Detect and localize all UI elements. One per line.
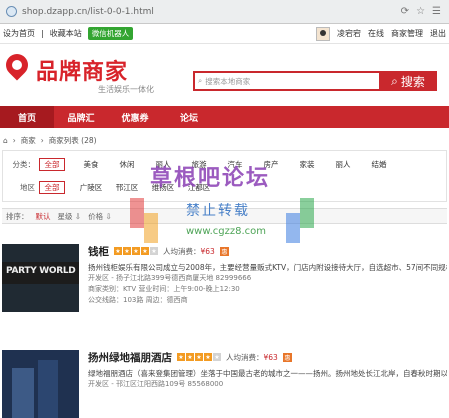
category-filter-row: 分类： 全部 美食 休闲 丽人 旅游 汽车 房产 家装 丽人 结婚	[3, 154, 446, 174]
listing-address: 开发区 - 扬子江北路399号德西商厦天地 82999666	[88, 274, 252, 282]
category-label: 分类：	[12, 159, 36, 169]
listing-name[interactable]: 扬州绿地福朋酒店	[88, 350, 172, 365]
refresh-icon[interactable]: ⟳	[401, 6, 409, 17]
url-field[interactable]: shop.dzapp.cn/list-0-0-1.html	[22, 7, 401, 17]
area-filter-row: 地区 全部 广陵区 邗江区 维扬区 江都区	[3, 177, 446, 197]
category-item[interactable]: 旅游	[181, 159, 217, 170]
sort-price[interactable]: 价格 ⇩	[88, 211, 112, 222]
area-label: 地区	[20, 182, 35, 192]
sort-bar: 排序： 默认 星级 ⇩ 价格 ⇩	[2, 208, 447, 224]
nav-forum[interactable]: 论坛	[162, 106, 216, 128]
set-home-link[interactable]: 设为首页	[3, 28, 35, 39]
address-bar: shop.dzapp.cn/list-0-0-1.html ⟳ ☆ ☰	[0, 0, 449, 24]
area-item[interactable]: 江都区	[181, 182, 217, 193]
category-item[interactable]: 房产	[253, 159, 289, 170]
listing-thumbnail[interactable]	[2, 350, 79, 418]
map-pin-icon	[1, 49, 33, 81]
avg-price: 人均消费：¥63	[163, 246, 215, 256]
nav-brands[interactable]: 品牌汇	[54, 106, 108, 128]
home-icon[interactable]: ⌂	[3, 136, 8, 145]
listing-traffic: 公交线路：103路 周边：德西商	[88, 296, 188, 304]
star-icon: ★	[150, 247, 158, 255]
category-item[interactable]: 汽车	[217, 159, 253, 170]
listing-thumbnail[interactable]: PARTY WORLD	[2, 244, 79, 312]
category-item[interactable]: 结婚	[361, 159, 397, 170]
bookmark-link[interactable]: 收藏本站	[50, 28, 82, 39]
menu-icon[interactable]: ☰	[432, 6, 441, 17]
logo-title: 品牌商家	[36, 60, 129, 85]
search-button[interactable]: ⌕ 搜索	[379, 71, 437, 91]
coupon-tag-icon[interactable]: 惠	[282, 352, 292, 362]
star-icon: ★	[114, 247, 122, 255]
star-icon: ★	[177, 353, 185, 361]
star-icon: ★	[195, 353, 203, 361]
area-item[interactable]: 维扬区	[145, 182, 181, 193]
nav-home[interactable]: 首页	[0, 106, 54, 128]
listing-description: 绿地福朋酒店（喜来登集团管理）坐落于中国最古老的城市之一——扬州。扬州地处长江北…	[88, 369, 447, 378]
area-all[interactable]: 全部	[39, 180, 65, 194]
logout-link[interactable]: 退出	[430, 28, 446, 39]
category-item[interactable]: 家装	[289, 159, 325, 170]
arrow-down-icon: ⇩	[105, 211, 112, 221]
area-item[interactable]: 邗江区	[109, 182, 145, 193]
category-item[interactable]: 丽人	[145, 159, 181, 170]
search-input[interactable]: ⌕ 搜索本地商家	[193, 71, 379, 91]
sort-label: 排序：	[6, 211, 29, 221]
listing-address: 开发区 - 邗江区江阳西路109号 85568000	[88, 380, 224, 388]
star-icon: ★	[132, 247, 140, 255]
search-icon: ⌕	[391, 73, 398, 88]
star-icon: ★	[141, 247, 149, 255]
avatar[interactable]	[316, 26, 330, 41]
listing-description: 扬州钱柜娱乐有限公司成立与2008年，主要经营量贩式KTV，门店内附设接待大厅，…	[88, 263, 447, 272]
category-all[interactable]: 全部	[39, 157, 65, 171]
star-icon[interactable]: ☆	[416, 6, 425, 17]
wechat-robot-button[interactable]: 微信机器人	[87, 27, 134, 40]
main-nav: 首页 品牌汇 优惠券 论坛	[0, 106, 449, 128]
breadcrumb-list: 商家列表 (28)	[48, 136, 97, 145]
star-rating: ★ ★ ★ ★ ★	[114, 247, 158, 255]
breadcrumb-shops[interactable]: 商家	[21, 135, 36, 146]
star-rating: ★ ★ ★ ★ ★	[177, 353, 221, 361]
category-item[interactable]: 丽人	[325, 159, 361, 170]
area-item[interactable]: 广陵区	[73, 182, 109, 193]
search-icon: ⌕	[198, 76, 203, 85]
nav-coupons[interactable]: 优惠券	[108, 106, 162, 128]
top-utility-bar: 设为首页 | 收藏本站 微信机器人 凌宕宕 在线 商家管理 退出	[0, 24, 449, 44]
star-icon: ★	[204, 353, 212, 361]
watermark-url: www.cgzz8.com	[186, 226, 267, 237]
category-item[interactable]: 休闲	[109, 159, 145, 170]
coupon-tag-icon[interactable]: 惠	[219, 246, 229, 256]
site-logo[interactable]: 品牌商家 生活娱乐一体化	[1, 49, 176, 96]
listing-type: 商家类别：KTV 营业时间：上午9:00-晚上12:30	[88, 285, 240, 293]
shop-admin-menu[interactable]: 商家管理	[391, 28, 423, 39]
avg-price: 人均消费：¥63	[226, 352, 278, 362]
online-status: 在线	[368, 29, 384, 38]
star-icon: ★	[213, 353, 221, 361]
sort-stars[interactable]: 星级 ⇩	[58, 211, 82, 222]
arrow-down-icon: ⇩	[74, 211, 82, 221]
sort-default[interactable]: 默认	[36, 211, 51, 222]
search-bar: ⌕ 搜索本地商家 ⌕ 搜索	[193, 71, 437, 91]
listing-name[interactable]: 钱柜	[88, 244, 109, 259]
breadcrumb: ⌂ › 商家 › 商家列表 (28)	[3, 135, 97, 146]
category-item[interactable]: 美食	[73, 159, 109, 170]
username-link[interactable]: 凌宕宕	[337, 28, 361, 39]
star-icon: ★	[123, 247, 131, 255]
logo-slogan: 生活娱乐一体化	[98, 85, 154, 94]
filter-panel: 分类： 全部 美食 休闲 丽人 旅游 汽车 房产 家装 丽人 结婚 地区 全部 …	[2, 150, 447, 202]
globe-icon	[6, 6, 17, 17]
star-icon: ★	[186, 353, 194, 361]
